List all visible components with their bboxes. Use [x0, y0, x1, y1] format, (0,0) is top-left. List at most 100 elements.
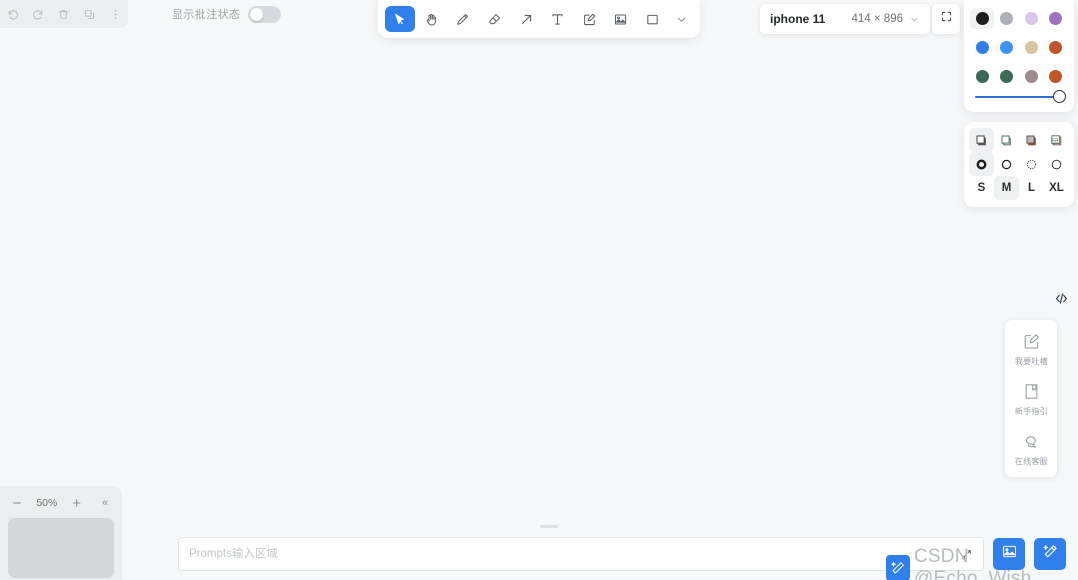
collapse-panel-button[interactable]: « [96, 494, 114, 512]
tool-hand[interactable] [417, 6, 447, 32]
annotation-toggle-label: 显示批注状态 [172, 9, 241, 21]
app-root: 显示批注状态 iphone 11 414 × 896 S M L XL 我要吐槽… [0, 0, 1078, 580]
tool-text[interactable] [543, 6, 573, 32]
color-dot [1000, 41, 1014, 54]
stroke-style-thin[interactable] [1044, 152, 1069, 176]
slider-knob[interactable] [1053, 90, 1066, 103]
copy-button[interactable] [80, 4, 100, 24]
ai-generate-button[interactable] [1034, 538, 1066, 570]
color-style-panel [964, 0, 1074, 112]
tool-eraser[interactable] [480, 6, 510, 32]
fullscreen-icon [940, 10, 953, 28]
help-item-support[interactable]: 在线客服 [1005, 432, 1057, 467]
color-swatch[interactable] [1044, 8, 1068, 29]
hand-icon [424, 12, 439, 27]
tool-pencil[interactable] [448, 6, 478, 32]
tool-arrow[interactable] [511, 6, 541, 32]
fill-style-shadow-filled[interactable] [969, 128, 994, 152]
note-edit-icon [582, 12, 597, 27]
zoom-level-value[interactable]: 50% [36, 497, 57, 509]
stroke-style-group [969, 152, 1069, 176]
annotation-toggle-group: 显示批注状态 [172, 3, 282, 25]
color-dot [1000, 12, 1014, 25]
fill-style-group [969, 128, 1069, 152]
tool-rectangle[interactable] [638, 6, 668, 32]
color-swatch[interactable] [995, 66, 1019, 87]
pencil-icon [455, 12, 470, 27]
size-m[interactable]: M [994, 176, 1019, 200]
size-s[interactable]: S [969, 176, 994, 200]
color-dot [975, 12, 989, 25]
color-swatch-grid [970, 8, 1068, 87]
redo-button[interactable] [28, 4, 48, 24]
undo-button[interactable] [3, 4, 23, 24]
device-resolution: 414 × 896 [851, 13, 903, 25]
color-swatch[interactable] [1019, 66, 1043, 87]
annotation-toggle-switch[interactable] [248, 5, 282, 23]
tool-select[interactable] [385, 6, 415, 32]
code-brackets-icon [1054, 291, 1069, 311]
size-l[interactable]: L [1019, 176, 1044, 200]
more-button[interactable] [105, 4, 125, 24]
color-swatch[interactable] [1044, 37, 1068, 58]
slider-track [975, 96, 1063, 98]
color-dot [1049, 41, 1063, 54]
tool-image[interactable] [606, 6, 636, 32]
redo-icon [32, 8, 45, 21]
help-item-label: 在线客服 [1014, 456, 1048, 466]
stroke-style-dotted[interactable] [1019, 152, 1044, 176]
text-icon [550, 12, 565, 27]
code-view-button[interactable] [1048, 288, 1074, 314]
color-swatch[interactable] [970, 37, 994, 58]
copy-icon [83, 8, 96, 21]
undo-icon [6, 8, 19, 21]
pencil-square-icon [1022, 332, 1041, 351]
delete-button[interactable] [54, 4, 74, 24]
device-selector[interactable]: iphone 11 414 × 896 [760, 4, 930, 34]
help-item-label: 我要吐槽 [1014, 356, 1048, 366]
chevron-down-icon [675, 13, 688, 26]
opacity-slider[interactable] [970, 87, 1068, 103]
size-group: S M L XL [969, 176, 1069, 200]
zoom-controls: − 50% + « [8, 492, 114, 514]
canvas-minimap[interactable] [8, 518, 114, 578]
fill-style-hatched[interactable] [1044, 128, 1069, 152]
chevron-down-icon [909, 14, 920, 25]
fill-style-outline[interactable] [994, 128, 1019, 152]
zoom-out-button[interactable]: − [8, 494, 26, 512]
insert-image-button[interactable] [993, 538, 1025, 570]
color-swatch[interactable] [970, 8, 995, 29]
color-swatch[interactable] [1044, 66, 1068, 87]
zoom-panel: − 50% + « [0, 486, 122, 580]
color-dot [1049, 12, 1063, 25]
expand-diagonal-icon[interactable] [960, 548, 973, 561]
color-swatch[interactable] [1019, 8, 1043, 29]
tool-note[interactable] [575, 6, 605, 32]
size-xl[interactable]: XL [1044, 176, 1069, 200]
eraser-icon [487, 12, 502, 27]
fill-style-solid[interactable] [1019, 128, 1044, 152]
color-dot [1024, 12, 1038, 25]
stroke-style-regular[interactable] [994, 152, 1019, 176]
color-swatch[interactable] [970, 66, 994, 87]
help-item-guide[interactable]: 新手指引 [1005, 382, 1057, 417]
device-name: iphone 11 [770, 12, 826, 26]
color-swatch[interactable] [995, 8, 1019, 29]
prompt-bar [122, 528, 1078, 580]
color-dot [975, 70, 989, 83]
image-icon [1001, 543, 1018, 565]
help-item-feedback[interactable]: 我要吐槽 [1005, 332, 1057, 367]
image-icon [613, 12, 628, 27]
color-swatch[interactable] [995, 37, 1019, 58]
prompt-input-wrapper[interactable] [178, 537, 984, 571]
zoom-in-button[interactable]: + [68, 494, 86, 512]
stroke-style-bold[interactable] [969, 152, 994, 176]
color-swatch[interactable] [1019, 37, 1043, 58]
fullscreen-button[interactable] [932, 4, 960, 34]
cursor-icon [392, 12, 407, 27]
tool-more[interactable] [669, 6, 693, 32]
trash-icon [57, 8, 70, 21]
color-dot [1024, 41, 1038, 54]
color-dot [1024, 70, 1038, 83]
prompt-input[interactable] [189, 548, 954, 560]
